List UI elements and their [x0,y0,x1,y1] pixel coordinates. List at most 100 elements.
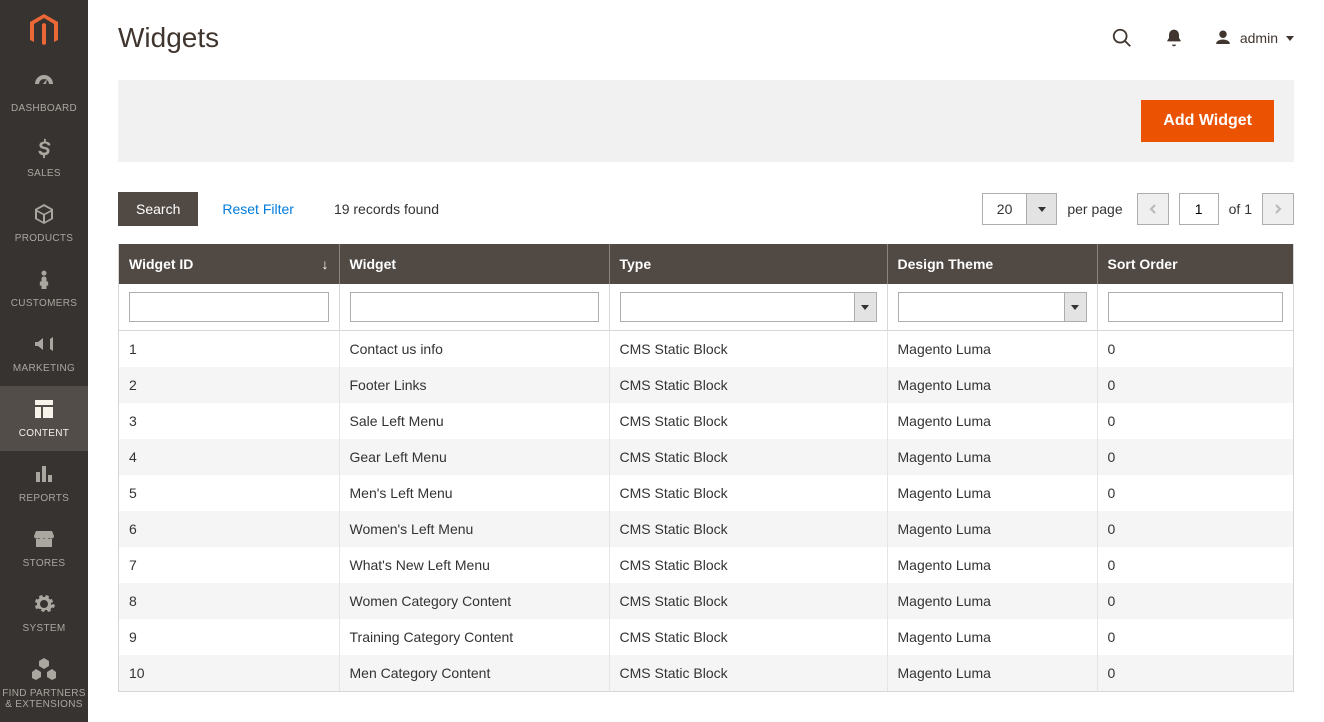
sidebar-item-bars[interactable]: REPORTS [0,451,88,516]
cell-widget: Women Category Content [339,583,609,619]
records-found-label: 19 records found [334,201,439,217]
pager: 20 per page of 1 [982,193,1294,225]
column-header-theme[interactable]: Design Theme [887,244,1097,284]
cell-type: CMS Static Block [609,655,887,691]
cell-theme: Magento Luma [887,547,1097,583]
box-icon [31,201,57,227]
cell-sort: 0 [1097,331,1293,368]
filter-sort-input[interactable] [1108,292,1284,322]
table-row[interactable]: 4Gear Left MenuCMS Static BlockMagento L… [119,439,1293,475]
gear-icon [31,591,57,617]
user-icon [1214,29,1232,47]
filter-widget-input[interactable] [350,292,599,322]
cell-id: 3 [119,403,339,439]
table-row[interactable]: 7What's New Left MenuCMS Static BlockMag… [119,547,1293,583]
main-content: Widgets admin Add Widget [88,0,1324,722]
cell-widget: Men Category Content [339,655,609,691]
column-header-id[interactable]: Widget ID ↓ [119,244,339,284]
cell-sort: 0 [1097,583,1293,619]
cell-id: 8 [119,583,339,619]
of-pages-label: of 1 [1229,201,1252,217]
magento-logo[interactable] [0,0,88,61]
table-row[interactable]: 10Men Category ContentCMS Static BlockMa… [119,655,1293,691]
sidebar-item-dashboard[interactable]: DASHBOARD [0,61,88,126]
cell-widget: Training Category Content [339,619,609,655]
prev-page-button[interactable] [1137,193,1169,225]
cell-id: 1 [119,331,339,368]
sidebar-item-label: PRODUCTS [15,233,74,244]
cell-id: 5 [119,475,339,511]
sidebar-item-box[interactable]: PRODUCTS [0,191,88,256]
cell-id: 4 [119,439,339,475]
table-row[interactable]: 9Training Category ContentCMS Static Blo… [119,619,1293,655]
cell-theme: Magento Luma [887,511,1097,547]
sidebar-item-cubes[interactable]: FIND PARTNERS & EXTENSIONS [0,646,88,722]
per-page-select[interactable]: 20 [982,193,1058,225]
next-page-button[interactable] [1262,193,1294,225]
cell-theme: Magento Luma [887,367,1097,403]
table-row[interactable]: 3Sale Left MenuCMS Static BlockMagento L… [119,403,1293,439]
column-header-row: Widget ID ↓ Widget Type Design Theme Sor… [119,244,1293,284]
cell-sort: 0 [1097,367,1293,403]
filter-theme-select[interactable] [898,292,1087,322]
layout-icon [31,396,57,422]
search-button[interactable]: Search [118,192,198,226]
sidebar-item-gear[interactable]: SYSTEM [0,581,88,646]
cell-theme: Magento Luma [887,439,1097,475]
grid-toolbar: Search Reset Filter 19 records found 20 … [118,192,1294,226]
search-icon[interactable] [1110,26,1134,50]
column-header-type[interactable]: Type [609,244,887,284]
filter-row [119,284,1293,331]
page-header: Widgets admin [88,0,1324,80]
person-icon [31,266,57,292]
table-row[interactable]: 6Women's Left MenuCMS Static BlockMagent… [119,511,1293,547]
cell-theme: Magento Luma [887,583,1097,619]
table-row[interactable]: 5Men's Left MenuCMS Static BlockMagento … [119,475,1293,511]
reset-filter-link[interactable]: Reset Filter [222,201,294,217]
cell-sort: 0 [1097,547,1293,583]
cell-id: 7 [119,547,339,583]
cell-sort: 0 [1097,403,1293,439]
chevron-down-icon [1286,36,1294,41]
table-row[interactable]: 8Women Category ContentCMS Static BlockM… [119,583,1293,619]
filter-id-input[interactable] [129,292,329,322]
sidebar-item-label: CUSTOMERS [11,298,77,309]
bars-icon [31,461,57,487]
cell-widget: Contact us info [339,331,609,368]
cell-widget: Footer Links [339,367,609,403]
sidebar-item-megaphone[interactable]: MARKETING [0,321,88,386]
header-actions: admin [1110,26,1294,50]
page-title: Widgets [118,22,219,54]
chevron-down-icon [1064,293,1086,321]
cell-sort: 0 [1097,439,1293,475]
sidebar-item-person[interactable]: CUSTOMERS [0,256,88,321]
sidebar-item-label: DASHBOARD [11,103,77,114]
table-row[interactable]: 2Footer LinksCMS Static BlockMagento Lum… [119,367,1293,403]
notifications-icon[interactable] [1162,26,1186,50]
megaphone-icon [31,331,57,357]
admin-sidebar: DASHBOARD SALES PRODUCTS CUSTOMERS MARKETING… [0,0,88,722]
cell-id: 6 [119,511,339,547]
column-header-widget[interactable]: Widget [339,244,609,284]
cell-id: 10 [119,655,339,691]
column-header-sort[interactable]: Sort Order [1097,244,1293,284]
sidebar-item-label: MARKETING [13,363,75,374]
account-menu[interactable]: admin [1214,29,1294,47]
filter-type-select[interactable] [620,292,877,322]
cell-theme: Magento Luma [887,655,1097,691]
sidebar-item-layout[interactable]: CONTENT [0,386,88,451]
sidebar-item-storefront[interactable]: STORES [0,516,88,581]
current-page-input[interactable] [1179,193,1219,225]
cell-sort: 0 [1097,475,1293,511]
chevron-right-icon [1273,204,1283,214]
table-row[interactable]: 1Contact us infoCMS Static BlockMagento … [119,331,1293,368]
add-widget-button[interactable]: Add Widget [1141,100,1274,142]
sidebar-item-label: STORES [23,558,66,569]
magento-logo-icon [28,13,60,49]
cell-theme: Magento Luma [887,403,1097,439]
sidebar-item-dollar[interactable]: SALES [0,126,88,191]
cell-type: CMS Static Block [609,511,887,547]
cell-type: CMS Static Block [609,331,887,368]
sidebar-item-label: SYSTEM [23,623,66,634]
dollar-icon [31,136,57,162]
